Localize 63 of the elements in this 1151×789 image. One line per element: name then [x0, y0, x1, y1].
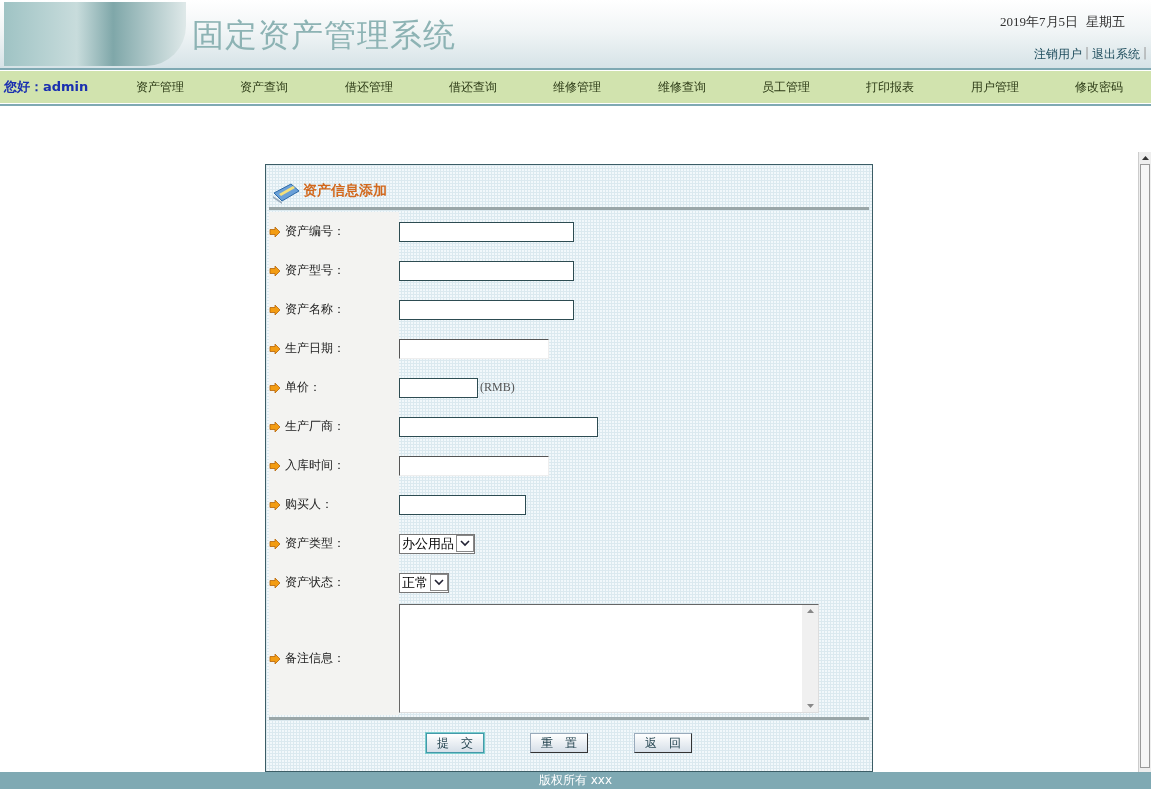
- nav-link[interactable]: 借还查询: [420, 78, 526, 96]
- field-label: 生产厂商：: [285, 418, 345, 435]
- input-field[interactable]: [399, 221, 574, 242]
- arrow-icon: [269, 576, 281, 589]
- form-button[interactable]: 提 交: [426, 733, 484, 753]
- nav-link[interactable]: 修改密码: [1046, 78, 1151, 96]
- form-title: 资产信息添加: [303, 182, 387, 200]
- input-field[interactable]: [399, 338, 549, 359]
- arrow-icon: [269, 264, 281, 277]
- arrow-icon: [269, 537, 281, 550]
- arrow-icon: [269, 342, 281, 355]
- dropdown-caret-icon: [456, 535, 474, 552]
- copyright-text: 版权所有 xxx: [538, 772, 613, 789]
- nav-link[interactable]: 员工管理: [733, 78, 839, 96]
- input-field[interactable]: [399, 416, 598, 437]
- field-label: 备注信息：: [285, 650, 345, 667]
- nav-link[interactable]: 资产查询: [212, 78, 317, 96]
- field-label: 资产型号：: [285, 262, 345, 279]
- nav-link[interactable]: 维修管理: [525, 78, 630, 96]
- field-label: 资产类型：: [285, 535, 345, 552]
- weekday-text: 星期五: [1086, 13, 1125, 31]
- link-separator: |: [1142, 46, 1147, 62]
- arrow-icon: [269, 498, 281, 511]
- nav-link[interactable]: 用户管理: [942, 78, 1047, 96]
- input-field[interactable]: [399, 260, 574, 281]
- arrow-icon: [269, 225, 281, 238]
- field-label: 资产名称：: [285, 301, 345, 318]
- select-field[interactable]: 正常: [399, 572, 449, 593]
- header-link[interactable]: 退出系统: [1091, 46, 1140, 63]
- arrow-icon: [269, 652, 281, 665]
- input-field[interactable]: [399, 377, 478, 398]
- field-label: 购买人：: [285, 496, 333, 513]
- nav-link[interactable]: 资产管理: [108, 78, 213, 96]
- greeting-text: 您好：admin: [2, 78, 90, 96]
- scroll-up-icon[interactable]: [1141, 156, 1149, 160]
- input-field[interactable]: [399, 494, 526, 515]
- field-label: 资产编号：: [285, 223, 345, 240]
- scrollbar-thumb[interactable]: [1140, 164, 1150, 768]
- link-separator: |: [1084, 46, 1089, 62]
- form-button[interactable]: 返 回: [634, 733, 692, 753]
- field-label: 资产状态：: [285, 574, 345, 591]
- input-field[interactable]: [399, 455, 549, 476]
- unit-text: (RMB): [480, 380, 515, 395]
- arrow-icon: [269, 420, 281, 433]
- scroll-down-icon[interactable]: [806, 704, 814, 708]
- nav-link[interactable]: 维修查询: [629, 78, 734, 96]
- system-title: 固定资产管理系统: [192, 15, 456, 56]
- field-label: 生产日期：: [285, 340, 345, 357]
- input-field[interactable]: [399, 299, 574, 320]
- dropdown-caret-icon: [430, 574, 448, 591]
- scrollbar[interactable]: [1138, 152, 1151, 772]
- date-text: 2019年7月5日: [1000, 13, 1078, 31]
- select-field[interactable]: 办公用品: [399, 533, 475, 554]
- arrow-icon: [269, 303, 281, 316]
- nav-link[interactable]: 打印报表: [838, 78, 943, 96]
- arrow-icon: [269, 381, 281, 394]
- form-button[interactable]: 重 置: [530, 733, 588, 753]
- field-label: 入库时间：: [285, 457, 345, 474]
- arrow-icon: [269, 459, 281, 472]
- field-label: 单价：: [285, 379, 321, 396]
- remarks-field[interactable]: [399, 604, 819, 713]
- header-link[interactable]: 注销用户: [1033, 46, 1082, 63]
- nav-link[interactable]: 借还管理: [316, 78, 421, 96]
